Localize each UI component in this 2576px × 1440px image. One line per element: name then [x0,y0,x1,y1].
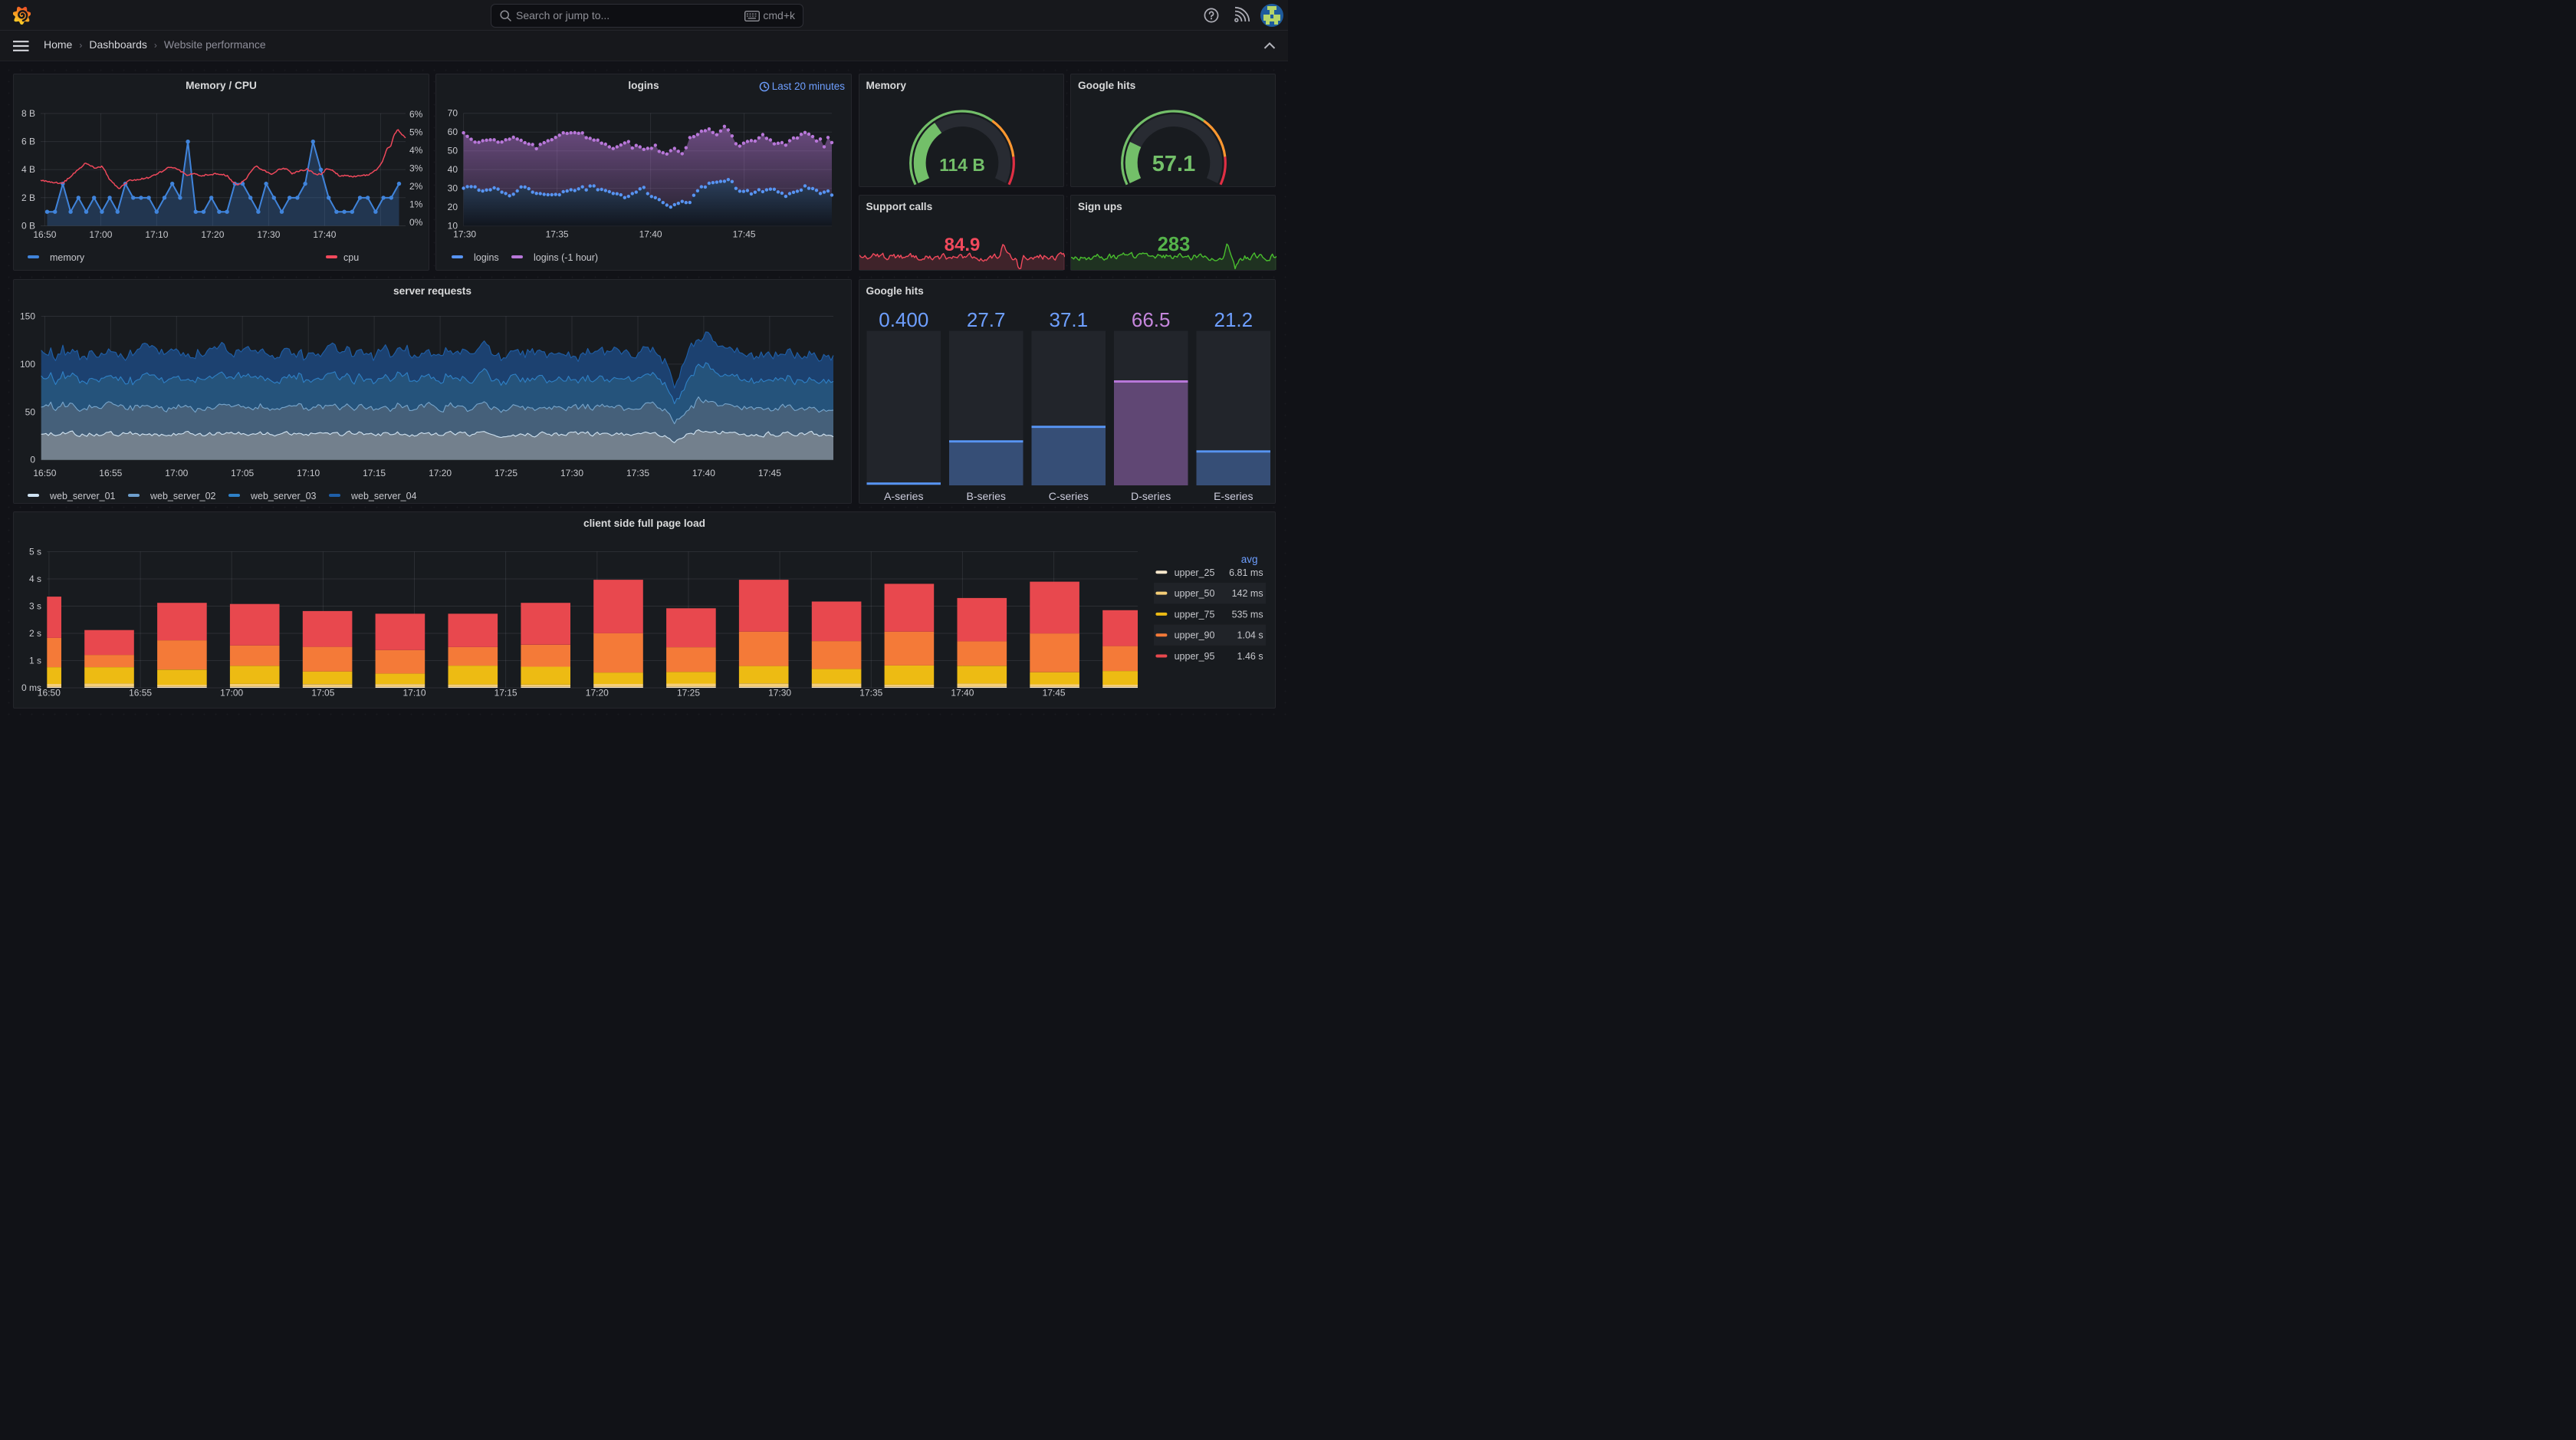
svg-text:30: 30 [448,183,458,194]
svg-text:4%: 4% [409,145,423,156]
svg-text:283: 283 [1158,234,1191,255]
svg-text:6 B: 6 B [21,136,35,147]
svg-text:upper_90: upper_90 [1175,630,1215,641]
svg-text:17:40: 17:40 [313,229,336,240]
svg-text:6%: 6% [409,109,423,120]
svg-text:66.5: 66.5 [1131,308,1170,331]
svg-text:70: 70 [448,108,458,119]
svg-text:17:40: 17:40 [692,468,715,478]
svg-text:17:45: 17:45 [758,468,781,478]
svg-text:17:25: 17:25 [677,688,700,699]
svg-text:logins (-1 hour): logins (-1 hour) [534,252,598,263]
svg-text:0.400: 0.400 [879,308,928,331]
svg-text:5%: 5% [409,127,423,138]
svg-text:20: 20 [448,202,458,212]
svg-text:17:10: 17:10 [297,468,320,478]
svg-text:2%: 2% [409,181,423,192]
svg-text:4 B: 4 B [21,164,35,175]
svg-text:17:30: 17:30 [453,229,476,240]
svg-text:17:45: 17:45 [1043,688,1066,699]
svg-text:40: 40 [448,164,458,175]
svg-text:1%: 1% [409,199,423,210]
svg-text:upper_95: upper_95 [1175,651,1215,662]
svg-text:web_server_02: web_server_02 [150,491,216,501]
svg-text:16:50: 16:50 [33,468,56,478]
svg-text:8 B: 8 B [21,108,35,119]
svg-text:17:30: 17:30 [560,468,583,478]
svg-text:cpu: cpu [343,252,359,263]
svg-text:17:00: 17:00 [165,468,188,478]
svg-text:E-series: E-series [1214,490,1253,502]
svg-text:C-series: C-series [1048,490,1088,502]
svg-text:17:30: 17:30 [257,229,280,240]
svg-text:web_server_04: web_server_04 [350,491,417,501]
svg-text:16:55: 16:55 [99,468,122,478]
svg-text:1.46 s: 1.46 s [1237,651,1263,662]
svg-text:37.1: 37.1 [1049,308,1088,331]
svg-text:16:55: 16:55 [129,688,152,699]
svg-text:5 s: 5 s [29,547,41,557]
svg-text:2 B: 2 B [21,192,35,203]
svg-text:142 ms: 142 ms [1232,588,1263,599]
svg-text:1 s: 1 s [29,656,41,666]
svg-text:0: 0 [30,455,35,465]
svg-text:B-series: B-series [966,490,1005,502]
svg-text:17:20: 17:20 [429,468,452,478]
svg-text:avg: avg [1241,554,1258,565]
svg-text:60: 60 [448,127,458,137]
svg-text:1.04 s: 1.04 s [1237,630,1263,641]
svg-text:27.7: 27.7 [966,308,1005,331]
svg-text:17:40: 17:40 [951,688,974,699]
svg-text:17:40: 17:40 [639,229,662,240]
svg-text:web_server_01: web_server_01 [49,491,116,501]
svg-text:100: 100 [20,359,35,370]
svg-text:17:35: 17:35 [546,229,569,240]
svg-text:17:15: 17:15 [363,468,386,478]
svg-text:3%: 3% [409,163,423,174]
svg-text:4 s: 4 s [29,574,41,584]
svg-text:535 ms: 535 ms [1232,609,1263,620]
svg-text:17:45: 17:45 [733,229,756,240]
svg-text:57.1: 57.1 [1152,152,1195,176]
svg-text:upper_25: upper_25 [1175,567,1215,578]
svg-text:17:05: 17:05 [311,688,334,699]
svg-text:17:35: 17:35 [626,468,649,478]
svg-text:upper_75: upper_75 [1175,609,1215,620]
svg-text:21.2: 21.2 [1214,308,1253,331]
svg-text:17:10: 17:10 [145,229,168,240]
svg-text:114 B: 114 B [939,155,985,175]
svg-text:16:50: 16:50 [38,688,61,699]
svg-text:17:25: 17:25 [495,468,518,478]
svg-text:17:10: 17:10 [402,688,426,699]
svg-text:17:00: 17:00 [220,688,243,699]
svg-text:50: 50 [448,146,458,156]
svg-text:17:30: 17:30 [768,688,791,699]
svg-text:2 s: 2 s [29,628,41,639]
svg-text:150: 150 [20,311,35,322]
svg-text:17:35: 17:35 [859,688,882,699]
svg-text:logins: logins [474,252,499,263]
svg-text:3 s: 3 s [29,601,41,612]
svg-text:17:00: 17:00 [89,229,112,240]
svg-text:memory: memory [50,252,85,263]
svg-text:17:20: 17:20 [586,688,609,699]
svg-text:D-series: D-series [1131,490,1171,502]
svg-text:84.9: 84.9 [944,235,980,255]
svg-text:upper_50: upper_50 [1175,588,1215,599]
svg-text:17:20: 17:20 [201,229,224,240]
svg-text:A-series: A-series [884,490,923,502]
svg-text:web_server_03: web_server_03 [250,491,317,501]
svg-text:50: 50 [25,406,36,417]
svg-text:17:15: 17:15 [495,688,518,699]
svg-text:6.81 ms: 6.81 ms [1229,567,1263,578]
svg-text:17:05: 17:05 [231,468,254,478]
svg-text:0%: 0% [409,217,423,228]
svg-text:16:50: 16:50 [33,229,56,240]
